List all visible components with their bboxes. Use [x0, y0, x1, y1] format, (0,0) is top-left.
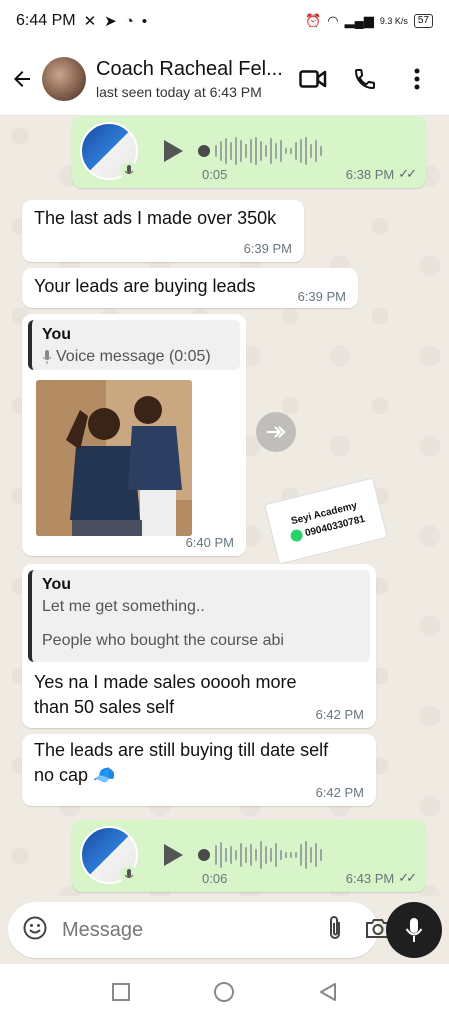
phone-icon	[354, 68, 375, 89]
voice-message-outgoing[interactable]: 0:06 6:43 PM ✓✓	[72, 820, 426, 892]
home-button[interactable]	[213, 981, 235, 1008]
contact-avatar[interactable]	[42, 56, 86, 101]
message-text: Your leads are buying leads	[34, 276, 256, 296]
battery-icon: 57	[413, 14, 433, 28]
message-text-line: The leads are still buying till date sel…	[34, 740, 329, 760]
mic-icon	[120, 866, 138, 884]
back-arrow-icon	[14, 70, 30, 87]
quote-text-line: Let me get something..	[42, 598, 205, 615]
telegram-icon: ➤	[104, 13, 117, 30]
message-text-line: Yes na I made sales ooooh more	[34, 672, 297, 692]
quoted-message[interactable]: You Let me get something.. People who bo…	[28, 570, 370, 662]
alarm-icon: ⏰	[305, 13, 322, 28]
voice-sender-thumbnail	[80, 122, 138, 180]
mic-icon	[42, 350, 52, 364]
whatsapp-icon: ◔	[124, 12, 134, 30]
triangle-nav-icon	[319, 982, 336, 1001]
play-button[interactable]	[158, 136, 188, 166]
message-input-bar[interactable]	[8, 902, 390, 958]
contact-name: Coach Racheal Fel...	[96, 57, 283, 80]
square-nav-icon	[112, 982, 131, 1001]
status-notification-icons: ✕ ➤ ◔ •	[83, 12, 148, 31]
voice-duration: 0:06	[202, 871, 228, 886]
signal-icon: ▂▄▆	[344, 13, 374, 28]
voice-waveform[interactable]	[198, 137, 322, 165]
watermark-sticker: Seyi Academy 09040330781	[264, 477, 388, 565]
attach-button[interactable]	[327, 915, 343, 946]
forward-icon	[267, 426, 286, 438]
message-meta: 6:38 PM ✓✓	[345, 166, 417, 182]
reply-text-message[interactable]: You Let me get something.. People who bo…	[22, 564, 376, 728]
voice-message-outgoing[interactable]: 0:05 6:38 PM ✓✓	[72, 116, 426, 188]
voice-sender-thumbnail	[80, 826, 138, 884]
play-button[interactable]	[158, 840, 188, 870]
quote-text-line: People who bought the course abi	[42, 632, 284, 649]
status-bar: 6:44 PM ✕ ➤ ◔ • ⏰ ◠ ▂▄▆ 9.3 K/s 57	[0, 0, 449, 42]
read-ticks-icon: ✓✓	[398, 870, 417, 885]
read-ticks-icon: ✓✓	[398, 166, 417, 181]
emoji-icon	[23, 916, 47, 939]
play-icon	[164, 140, 183, 162]
message-time: 6:39 PM	[297, 289, 346, 304]
composer	[0, 896, 449, 964]
emoji-button[interactable]	[22, 915, 48, 946]
message-time: 6:39 PM	[243, 241, 292, 256]
contact-info[interactable]: Coach Racheal Fel... last seen today at …	[96, 58, 299, 100]
quote-text: Voice message (0:05)	[56, 348, 211, 365]
back-nav-button[interactable]	[318, 982, 338, 1007]
back-button[interactable]	[2, 42, 42, 116]
net-speed: 9.3 K/s	[379, 16, 408, 26]
more-options-button[interactable]	[403, 65, 431, 93]
video-call-button[interactable]	[299, 65, 327, 93]
message-time: 6:42 PM	[315, 785, 364, 800]
mic-icon	[405, 918, 423, 942]
voice-record-button[interactable]	[386, 902, 442, 958]
status-right-icons: ⏰ ◠ ▂▄▆ 9.3 K/s 57	[305, 13, 433, 29]
chat-header: Coach Racheal Fel... last seen today at …	[0, 42, 449, 116]
recent-apps-button[interactable]	[111, 982, 131, 1007]
message-incoming[interactable]: Your leads are buying leads 6:39 PM	[22, 268, 358, 308]
voice-waveform[interactable]	[198, 841, 322, 869]
message-time: 6:40 PM	[185, 535, 234, 550]
message-text: The last ads I made over 350k	[34, 208, 277, 228]
message-incoming[interactable]: The leads are still buying till date sel…	[22, 734, 376, 806]
whatsapp-icon	[289, 528, 304, 543]
message-input[interactable]	[62, 918, 327, 942]
message-time: 6:42 PM	[315, 707, 364, 722]
quote-author: You	[42, 576, 72, 593]
message-text-line: no cap 🧢	[34, 765, 116, 785]
video-call-icon	[299, 69, 327, 88]
status-time: 6:44 PM	[16, 12, 76, 29]
wifi-icon: ◠	[327, 13, 339, 28]
quoted-message[interactable]: You Voice message (0:05)	[28, 320, 240, 370]
message-text-line: than 50 sales self	[34, 697, 175, 717]
more-vert-icon	[414, 68, 420, 89]
voice-duration: 0:05	[202, 167, 228, 182]
voice-call-button[interactable]	[351, 65, 379, 93]
attach-icon	[330, 915, 340, 939]
message-incoming[interactable]: The last ads I made over 350k 6:39 PM	[22, 200, 304, 262]
forward-button[interactable]	[256, 412, 296, 452]
play-icon	[164, 844, 183, 866]
quote-author: You	[42, 326, 72, 343]
last-seen: last seen today at 6:43 PM	[96, 83, 262, 100]
system-nav-bar	[0, 964, 449, 1024]
message-meta: 6:43 PM ✓✓	[345, 870, 417, 886]
circle-nav-icon	[214, 981, 235, 1002]
dot-icon: •	[141, 12, 148, 30]
chat-area[interactable]: 0:05 6:38 PM ✓✓ The last ads I made over …	[0, 116, 449, 896]
media-image[interactable]	[36, 380, 192, 536]
mic-icon	[120, 162, 138, 180]
photo-thumbnail	[36, 380, 192, 536]
missed-call-icon: ✕	[83, 13, 97, 30]
